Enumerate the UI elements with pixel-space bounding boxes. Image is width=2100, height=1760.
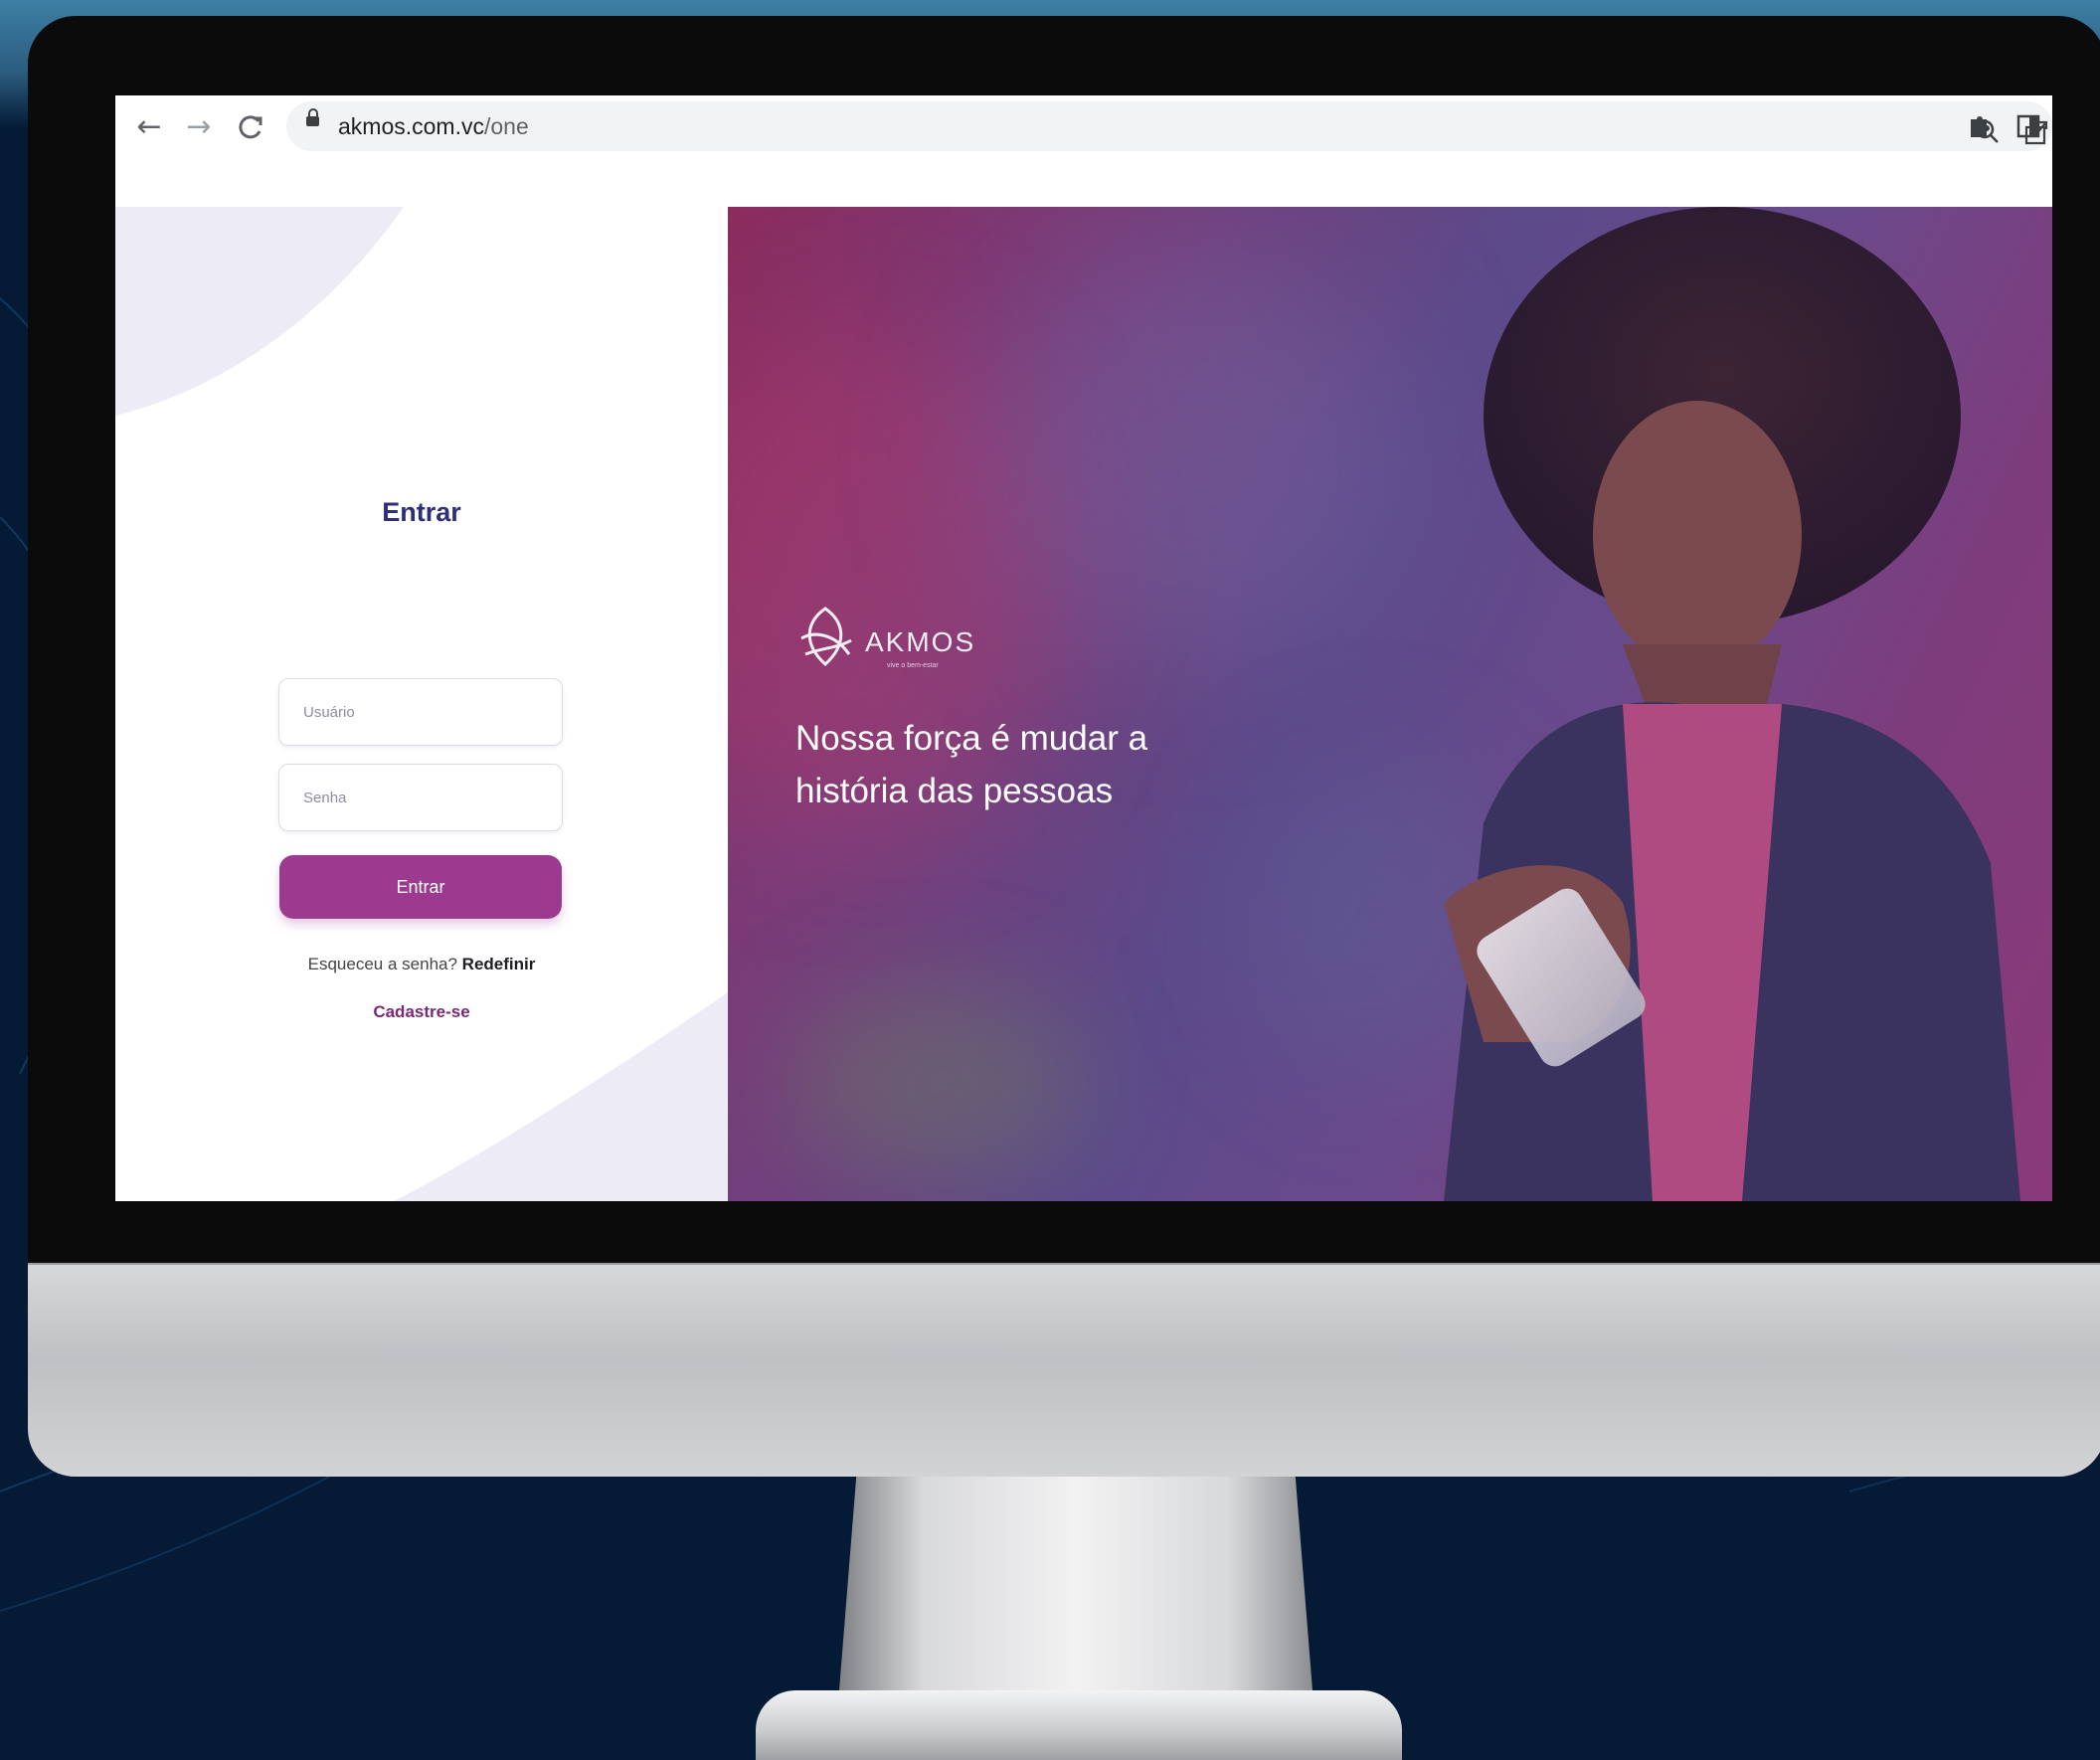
forgot-password-row: Esqueceu a senha? Redefinir bbox=[115, 955, 728, 974]
login-panel: Entrar Entrar Esqueceu a senha? Redefini… bbox=[115, 207, 728, 1201]
tagline-line-1: Nossa força é mudar a bbox=[795, 719, 1148, 758]
hero-tagline: Nossa força é mudar a história das pesso… bbox=[795, 712, 1312, 817]
back-arrow-icon[interactable]: ← bbox=[131, 105, 167, 149]
reload-icon[interactable] bbox=[233, 105, 268, 149]
hero-image: AKMOS vive o bem-estar Nossa força é mud… bbox=[728, 207, 2052, 1201]
monitor-chin bbox=[28, 1263, 2100, 1477]
forgot-password-text: Esqueceu a senha? bbox=[307, 955, 457, 973]
extensions-icon[interactable] bbox=[1959, 101, 1999, 151]
password-input[interactable] bbox=[279, 765, 562, 830]
login-button[interactable]: Entrar bbox=[279, 855, 562, 919]
forward-arrow-icon[interactable]: → bbox=[181, 105, 217, 149]
address-bar[interactable]: akmos.com.vc/one ☆ bbox=[286, 101, 2052, 151]
monitor-stand bbox=[837, 1477, 1314, 1715]
monitor-screen: ← → akmos.com.vc/one ☆ Entrar bbox=[115, 95, 2052, 1201]
browser-toolbar: ← → akmos.com.vc/one ☆ bbox=[115, 95, 2052, 209]
woman-silhouette bbox=[1444, 207, 2020, 1201]
url-text[interactable]: akmos.com.vc/one bbox=[338, 101, 529, 151]
username-field[interactable] bbox=[278, 678, 563, 746]
side-panel-icon[interactable] bbox=[2009, 101, 2048, 151]
password-field[interactable] bbox=[278, 764, 563, 831]
reset-password-link[interactable]: Redefinir bbox=[462, 955, 536, 973]
akmos-logo-icon bbox=[800, 607, 852, 667]
login-title: Entrar bbox=[382, 497, 461, 527]
tagline-line-2: história das pessoas bbox=[795, 772, 1114, 810]
brand-name: AKMOS bbox=[865, 626, 976, 657]
username-input[interactable] bbox=[279, 679, 562, 745]
monitor-stand-base bbox=[756, 1690, 1402, 1760]
signup-link[interactable]: Cadastre-se bbox=[115, 1002, 728, 1022]
lock-icon bbox=[306, 108, 319, 126]
brand-subtitle: vive o bem-estar bbox=[887, 662, 939, 669]
